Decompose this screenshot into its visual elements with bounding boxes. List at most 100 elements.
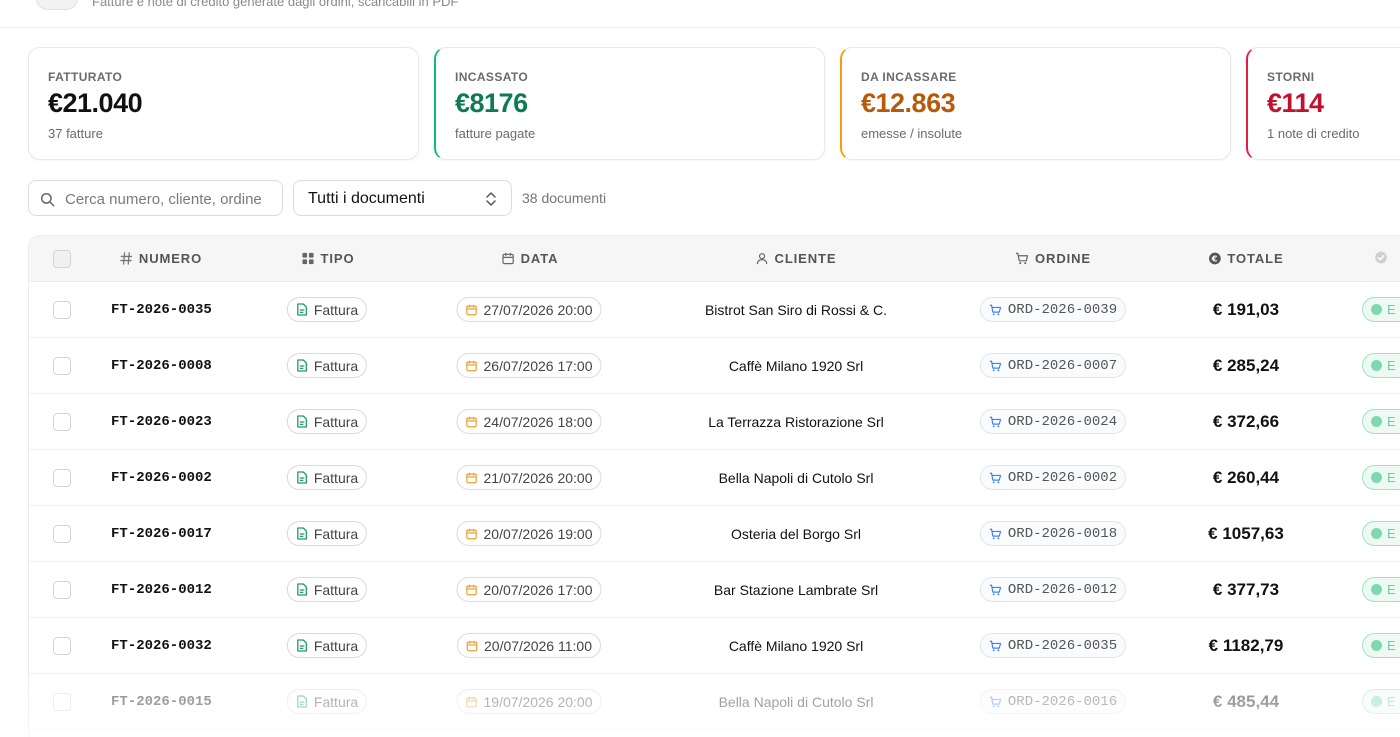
document-number[interactable]: FT-2026-0015 — [111, 694, 212, 710]
search-input[interactable] — [65, 189, 277, 209]
order-link[interactable]: ORD-2026-0024 — [979, 409, 1127, 434]
order-label: ORD-2026-0024 — [1007, 413, 1118, 430]
status-dot-icon — [1371, 528, 1382, 539]
date-badge: 27/07/2026 20:00 — [456, 297, 602, 322]
row-checkbox[interactable] — [53, 357, 71, 375]
client-name: La Terrazza Ristorazione Srl — [708, 414, 884, 430]
status-badge: E — [1362, 689, 1400, 714]
stat-card-incassato: INCASSATO €8176 fatture pagate — [434, 47, 825, 160]
document-type-badge: Fattura — [286, 297, 368, 322]
row-checkbox[interactable] — [53, 413, 71, 431]
document-number[interactable]: FT-2026-0012 — [111, 582, 212, 598]
document-type-select[interactable]: Tutti i documenti — [293, 180, 512, 216]
column-label: NUMERO — [138, 251, 203, 266]
document-number[interactable]: FT-2026-0002 — [111, 470, 212, 486]
date-badge: 21/07/2026 20:00 — [456, 465, 602, 490]
document-number[interactable]: FT-2026-0032 — [111, 638, 212, 654]
order-label: ORD-2026-0012 — [1007, 581, 1118, 598]
stat-label: FATTURATO — [48, 70, 123, 84]
order-link[interactable]: ORD-2026-0007 — [979, 353, 1127, 378]
document-number[interactable]: FT-2026-0017 — [111, 526, 212, 542]
document-number[interactable]: FT-2026-0035 — [111, 302, 212, 318]
status-dot-icon — [1371, 584, 1382, 595]
stat-value: €8176 — [455, 88, 528, 118]
table-row[interactable]: FT-2026-0017 Fattura 20/07/2026 19:00 Oster… — [29, 506, 1400, 562]
check-circle-icon — [1375, 251, 1387, 264]
table-row[interactable]: FT-2026-0012 Fattura 20/07/2026 17:00 Bar S… — [29, 562, 1400, 618]
row-checkbox[interactable] — [53, 637, 71, 655]
cart-icon — [989, 528, 1002, 539]
order-link[interactable]: ORD-2026-0035 — [979, 633, 1127, 658]
table-row[interactable]: FT-2026-0023 Fattura 24/07/2026 18:00 La Te… — [29, 394, 1400, 450]
column-numero[interactable]: NUMERO — [120, 251, 202, 266]
row-checkbox[interactable] — [53, 301, 71, 319]
order-link[interactable]: ORD-2026-0002 — [979, 465, 1127, 490]
table-row[interactable]: FT-2026-0008 Fattura 26/07/2026 17:00 Caffè… — [29, 338, 1400, 394]
status-badge: E — [1362, 409, 1400, 434]
total-amount: € 485,44 — [1212, 692, 1280, 711]
date-badge: 20/07/2026 17:00 — [456, 577, 602, 602]
date-badge: 19/07/2026 20:00 — [456, 689, 602, 714]
stat-subtext: 37 fatture — [48, 126, 103, 141]
date-badge: 26/07/2026 17:00 — [456, 353, 602, 378]
order-link[interactable]: ORD-2026-0018 — [979, 521, 1127, 546]
table-row[interactable]: FT-2026-0002 Fattura 21/07/2026 20:00 Bella… — [29, 450, 1400, 506]
calendar-icon — [466, 528, 477, 539]
document-number[interactable]: FT-2026-0023 — [111, 414, 212, 430]
column-totale[interactable]: € TOTALE — [1208, 251, 1283, 266]
select-value: Tutti i documenti — [308, 190, 425, 207]
order-link[interactable]: ORD-2026-0012 — [979, 577, 1127, 602]
status-badge: E — [1362, 521, 1400, 546]
type-label: Fattura — [313, 357, 359, 374]
column-ordine[interactable]: ORDINE — [1015, 251, 1091, 266]
page-header: Fatture e note di credito generate dagli… — [0, 0, 1400, 28]
row-checkbox[interactable] — [53, 525, 71, 543]
document-type-badge: Fattura — [286, 521, 368, 546]
table-row[interactable]: FT-2026-0015 Fattura 19/07/2026 20:00 Bella… — [29, 674, 1400, 730]
type-label: Fattura — [313, 525, 359, 542]
order-link[interactable]: ORD-2026-0039 — [979, 297, 1127, 322]
document-icon — [297, 639, 307, 652]
status-label: E — [1387, 470, 1396, 485]
order-label: ORD-2026-0007 — [1007, 357, 1118, 374]
column-cliente[interactable]: CLIENTE — [756, 251, 837, 266]
order-link[interactable]: ORD-2026-0016 — [979, 689, 1127, 714]
column-label: TIPO — [320, 251, 355, 266]
column-stato[interactable] — [1375, 251, 1388, 264]
status-dot-icon — [1371, 416, 1382, 427]
stat-label: STORNI — [1267, 70, 1315, 84]
column-data[interactable]: DATA — [502, 251, 559, 266]
date-label: 19/07/2026 20:00 — [483, 693, 593, 710]
stat-value: €114 — [1267, 88, 1324, 118]
total-amount: € 377,73 — [1212, 580, 1280, 599]
sidebar-toggle[interactable] — [36, 0, 78, 10]
total-amount: € 1057,63 — [1208, 524, 1284, 543]
cart-icon — [989, 304, 1002, 315]
calendar-icon — [466, 304, 477, 315]
status-badge: E — [1362, 633, 1400, 658]
document-number[interactable]: FT-2026-0008 — [111, 358, 212, 374]
cart-icon — [989, 584, 1002, 595]
cart-icon — [989, 360, 1002, 371]
user-icon — [756, 253, 768, 265]
stat-value: €12.863 — [861, 88, 956, 118]
document-icon — [297, 359, 307, 372]
client-name: Bella Napoli di Cutolo Srl — [718, 694, 874, 710]
status-badge: E — [1362, 465, 1400, 490]
table-row[interactable]: FT-2026-0032 Fattura 20/07/2026 11:00 Caffè… — [29, 618, 1400, 674]
calendar-icon — [466, 416, 477, 427]
row-checkbox[interactable] — [53, 693, 71, 711]
row-checkbox[interactable] — [53, 581, 71, 599]
client-name: Osteria del Borgo Srl — [731, 526, 861, 542]
stat-subtext: emesse / insolute — [861, 126, 963, 141]
date-label: 24/07/2026 18:00 — [483, 413, 593, 430]
status-badge: E — [1362, 353, 1400, 378]
select-all-checkbox[interactable] — [53, 250, 71, 268]
table-row[interactable]: FT-2026-0035 Fattura 27/07/2026 20:00 Bistr… — [29, 282, 1400, 338]
type-label: Fattura — [313, 693, 359, 710]
column-tipo[interactable]: TIPO — [302, 251, 355, 266]
calendar-icon — [466, 584, 477, 595]
search-box[interactable] — [28, 180, 283, 216]
row-checkbox[interactable] — [53, 469, 71, 487]
client-name: Bar Stazione Lambrate Srl — [713, 582, 879, 598]
